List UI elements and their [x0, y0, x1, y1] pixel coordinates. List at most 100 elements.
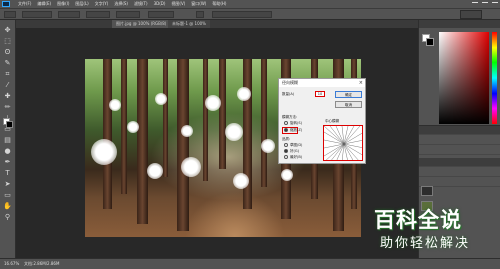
menu-window[interactable]: 窗口(W) [191, 0, 206, 8]
panel-tab-strip[interactable] [419, 20, 500, 28]
bokeh-light [181, 125, 193, 137]
menu-filter[interactable]: 滤镜(T) [134, 0, 148, 8]
marquee-tool-icon[interactable]: ⬚ [3, 37, 12, 46]
color-picker-field[interactable] [439, 32, 489, 124]
blur-method-label: 模糊方法: [282, 115, 298, 119]
color-panel [418, 20, 500, 125]
crop-tool-icon[interactable]: ⌗ [3, 70, 12, 79]
zoom-tool-icon[interactable]: ⚲ [3, 213, 12, 222]
window-controls [472, 0, 498, 8]
move-tool-icon[interactable]: ✥ [3, 26, 12, 35]
document-tab-bar: 图片.jpg @ 100% (RGB/8) 未标题-1 @ 100% [16, 20, 418, 28]
width-field[interactable] [86, 11, 110, 18]
menu-type[interactable]: 文字(Y) [95, 0, 109, 8]
hue-slider[interactable] [492, 32, 497, 124]
center-label: 中心模糊 [325, 119, 339, 123]
close-window-icon[interactable] [492, 2, 498, 6]
watermark: 百科全说 助你轻松解决 [366, 204, 500, 258]
brush-tool-icon[interactable]: ✏ [3, 103, 12, 112]
layer-filter-row[interactable] [419, 168, 500, 177]
bokeh-light [147, 163, 163, 179]
maximize-icon[interactable] [482, 2, 488, 6]
photoshop-logo-icon [2, 1, 10, 7]
menu-layer[interactable]: 图层(L) [75, 0, 88, 8]
mode-select[interactable] [22, 11, 52, 18]
bokeh-light [261, 139, 275, 153]
menu-select[interactable]: 选择(S) [114, 0, 128, 8]
bokeh-light [225, 123, 243, 141]
spin-radio[interactable] [284, 121, 288, 125]
quick-select-tool-icon[interactable]: ✎ [3, 59, 12, 68]
status-bar: 16.67% 文档:2.86M/2.86M [0, 258, 500, 269]
size-select[interactable] [58, 11, 80, 18]
hand-tool-icon[interactable]: ✋ [3, 202, 12, 211]
type-tool-icon[interactable]: T [3, 169, 12, 178]
amount-input[interactable]: 10 [315, 91, 325, 97]
height-field[interactable] [116, 11, 140, 18]
panel-row[interactable] [419, 146, 500, 155]
spin-label: 旋转(S) [290, 121, 302, 125]
refine-edge-button[interactable] [212, 11, 272, 18]
panel-tab-strip[interactable] [419, 126, 500, 135]
menu-help[interactable]: 帮助(H) [212, 0, 226, 8]
watermark-title: 百科全说 [374, 208, 462, 232]
layer-thumbnail[interactable] [421, 186, 433, 196]
zoom-label: 缩放(Z) [290, 128, 303, 132]
dodge-tool-icon[interactable]: ● [3, 147, 12, 156]
tree-trunk [177, 59, 189, 231]
layers-tab-strip[interactable] [419, 158, 500, 167]
tree-trunk [137, 59, 148, 224]
tree-trunk [163, 59, 168, 177]
menu-edit[interactable]: 编辑(E) [37, 0, 51, 8]
best-label: 最好(B) [290, 155, 303, 159]
dialog-title: 径向模糊 [279, 79, 365, 87]
path-select-tool-icon[interactable]: ➤ [3, 180, 12, 189]
menu-file[interactable]: 文件(F) [18, 0, 31, 8]
panel-row[interactable] [419, 136, 500, 145]
background-color-swatch[interactable] [6, 121, 13, 128]
bokeh-light [181, 157, 201, 177]
panel-background-swatch[interactable] [426, 38, 434, 46]
healing-tool-icon[interactable]: ✚ [3, 92, 12, 101]
menu-image[interactable]: 图像(I) [57, 0, 69, 8]
eyedropper-tool-icon[interactable]: ⁄ [3, 81, 12, 90]
tree-trunk [219, 59, 226, 169]
close-icon[interactable]: × [359, 79, 363, 87]
options-bar [0, 8, 500, 20]
bokeh-light [127, 121, 139, 133]
menu-view[interactable]: 视图(V) [171, 0, 185, 8]
bokeh-light [109, 99, 121, 111]
good-radio[interactable] [284, 149, 288, 153]
radial-blur-dialog: 径向模糊 × 数量(A) 10 确定 取消 模糊方法: 旋转(S) 缩放(Z) … [278, 78, 366, 164]
draft-radio[interactable] [284, 143, 288, 147]
tool-preset-picker[interactable] [4, 11, 16, 18]
ok-button[interactable]: 确定 [335, 91, 362, 98]
workspace-switcher[interactable] [460, 10, 482, 19]
cancel-button[interactable]: 取消 [335, 101, 362, 108]
zoom-level[interactable]: 16.67% [4, 261, 19, 266]
bokeh-light [281, 169, 293, 181]
blur-center-preview[interactable] [323, 125, 363, 161]
resolution-field[interactable] [148, 11, 174, 18]
tab-document-1[interactable]: 图片.jpg @ 100% (RGB/8) [112, 20, 171, 28]
menu-bar: 文件(F) 编辑(E) 图像(I) 图层(L) 文字(Y) 选择(S) 滤镜(T… [0, 0, 500, 8]
gradient-tool-icon[interactable]: ▤ [3, 136, 12, 145]
shape-tool-icon[interactable]: ▭ [3, 191, 12, 200]
menu-3d[interactable]: 3D(D) [154, 0, 166, 8]
zoom-radio[interactable] [284, 128, 288, 132]
minimize-icon[interactable] [472, 2, 478, 6]
good-label: 好(G) [290, 149, 299, 153]
pen-tool-icon[interactable]: ✒ [3, 158, 12, 167]
tab-document-2[interactable]: 未标题-1 @ 100% [168, 20, 210, 28]
tree-trunk [261, 59, 267, 187]
bokeh-light [233, 173, 249, 189]
best-radio[interactable] [284, 155, 288, 159]
amount-label: 数量(A) [282, 92, 295, 96]
document-size: 文档:2.86M/2.86M [24, 261, 60, 266]
tree-trunk [203, 59, 208, 181]
refine-checkbox[interactable] [196, 11, 204, 18]
watermark-subtitle: 助你轻松解决 [380, 236, 471, 251]
draft-label: 草图(D) [290, 143, 303, 147]
lasso-tool-icon[interactable]: ʘ [3, 48, 12, 57]
bokeh-light [205, 95, 221, 111]
